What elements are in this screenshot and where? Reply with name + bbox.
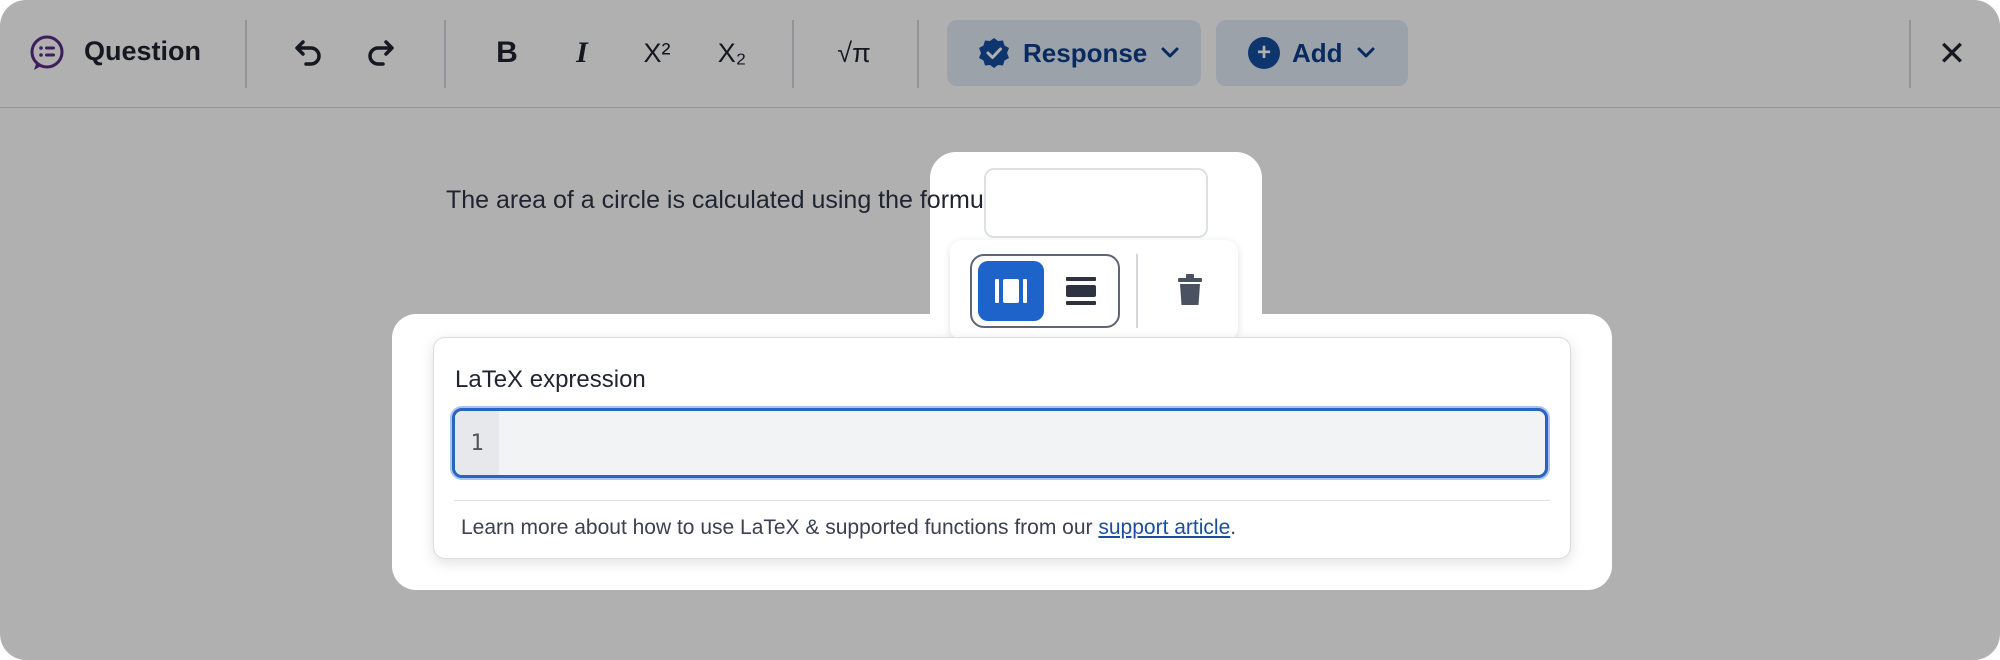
help-text: Learn more about how to use LaTeX & supp… bbox=[461, 516, 1236, 540]
inline-layout-icon bbox=[995, 279, 1027, 303]
help-suffix: . bbox=[1230, 516, 1237, 539]
delete-button[interactable] bbox=[1160, 260, 1220, 320]
display-mode-popover bbox=[950, 240, 1238, 340]
trash-icon bbox=[1178, 274, 1202, 305]
latex-title: LaTeX expression bbox=[455, 366, 646, 393]
line-number: 1 bbox=[455, 411, 499, 475]
formula-slot[interactable] bbox=[984, 168, 1208, 238]
block-mode-button[interactable] bbox=[1048, 261, 1114, 321]
latex-code-input[interactable]: 1 bbox=[452, 408, 1548, 478]
code-area[interactable] bbox=[499, 411, 1545, 475]
latex-divider bbox=[454, 500, 1550, 501]
support-article-link[interactable]: support article bbox=[1098, 516, 1230, 539]
help-prefix: Learn more about how to use LaTeX & supp… bbox=[461, 516, 1099, 539]
latex-editor-card: LaTeX expression 1 Learn more about how … bbox=[433, 337, 1571, 559]
inline-mode-button[interactable] bbox=[978, 261, 1044, 321]
question-sentence: The area of a circle is calculated using… bbox=[446, 186, 1004, 214]
block-layout-icon bbox=[1066, 277, 1096, 305]
editor-window: Question B I X² X₂ √π Response + Add ✕ T… bbox=[0, 0, 2000, 660]
display-mode-toggle bbox=[970, 254, 1120, 328]
popover-divider bbox=[1136, 254, 1138, 328]
